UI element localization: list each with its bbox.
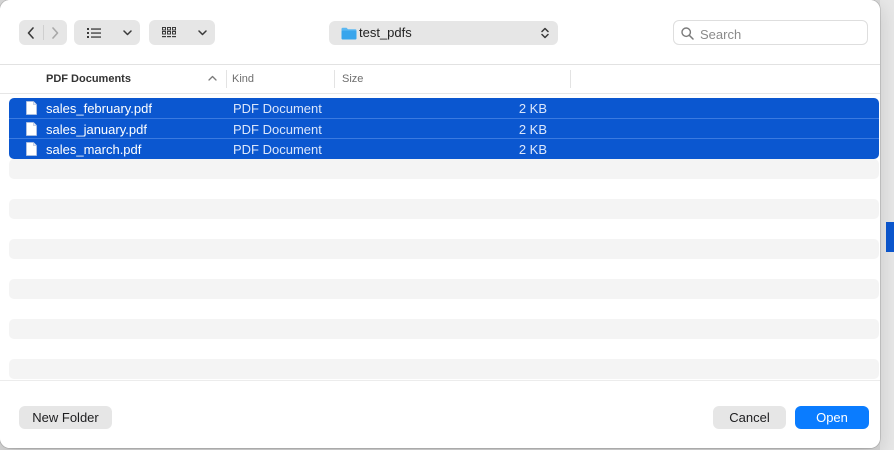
file-name: sales_february.pdf <box>46 101 152 116</box>
chevron-right-icon <box>52 26 59 39</box>
sort-ascending-icon[interactable] <box>208 75 217 81</box>
list-view-button[interactable] <box>74 20 140 45</box>
up-down-chevron-icon <box>541 27 549 39</box>
new-folder-button[interactable]: New Folder <box>19 406 112 429</box>
empty-row <box>9 359 879 379</box>
file-size: 2 KB <box>518 122 547 137</box>
cancel-button[interactable]: Cancel <box>713 406 786 429</box>
list-icon <box>87 27 101 38</box>
location-label: test_pdfs <box>359 25 412 40</box>
background-window-accent <box>886 222 894 252</box>
file-kind: PDF Document <box>233 142 322 157</box>
folder-icon <box>341 27 357 40</box>
search-field[interactable] <box>673 20 868 45</box>
grid-icon <box>162 27 176 38</box>
open-file-dialog: test_pdfs PDF Documents Kind Size sales_… <box>0 0 880 448</box>
chevron-down-icon <box>122 29 132 35</box>
navigation-buttons <box>19 20 67 45</box>
pdf-file-icon <box>26 122 37 136</box>
file-row[interactable]: sales_january.pdf PDF Document 2 KB <box>9 118 879 139</box>
chevron-left-icon <box>27 26 34 39</box>
file-row[interactable]: sales_march.pdf PDF Document 2 KB <box>9 138 879 159</box>
forward-button[interactable] <box>44 20 68 45</box>
file-list[interactable]: sales_february.pdf PDF Document 2 KB sal… <box>9 98 879 380</box>
empty-row <box>9 159 879 179</box>
grid-view-menu[interactable] <box>189 20 215 45</box>
file-size: 2 KB <box>518 142 547 157</box>
search-input[interactable] <box>698 24 862 44</box>
list-view-menu[interactable] <box>114 20 140 45</box>
dialog-footer: New Folder Cancel Open <box>0 380 880 448</box>
file-name: sales_january.pdf <box>46 122 147 137</box>
empty-row <box>9 319 879 339</box>
file-name: sales_march.pdf <box>46 142 142 157</box>
file-size: 2 KB <box>518 101 547 116</box>
toolbar: test_pdfs <box>0 0 880 65</box>
file-kind: PDF Document <box>233 101 322 116</box>
open-button[interactable]: Open <box>795 406 869 429</box>
column-divider[interactable] <box>570 70 571 88</box>
empty-row <box>9 279 879 299</box>
column-name-header[interactable]: PDF Documents <box>46 65 216 93</box>
column-divider[interactable] <box>226 70 227 88</box>
column-divider[interactable] <box>334 70 335 88</box>
column-kind-header[interactable]: Kind <box>232 65 332 93</box>
file-kind: PDF Document <box>233 122 322 137</box>
column-size-header[interactable]: Size <box>342 65 442 93</box>
file-row[interactable]: sales_february.pdf PDF Document 2 KB <box>9 98 879 118</box>
back-button[interactable] <box>19 20 43 45</box>
column-header: PDF Documents Kind Size <box>0 65 880 94</box>
empty-row <box>9 239 879 259</box>
grid-view-button[interactable] <box>149 20 215 45</box>
pdf-file-icon <box>26 101 37 115</box>
pdf-file-icon <box>26 142 37 156</box>
search-icon <box>681 27 694 40</box>
chevron-down-icon <box>197 29 207 35</box>
empty-row <box>9 199 879 219</box>
location-popup[interactable]: test_pdfs <box>329 21 558 45</box>
